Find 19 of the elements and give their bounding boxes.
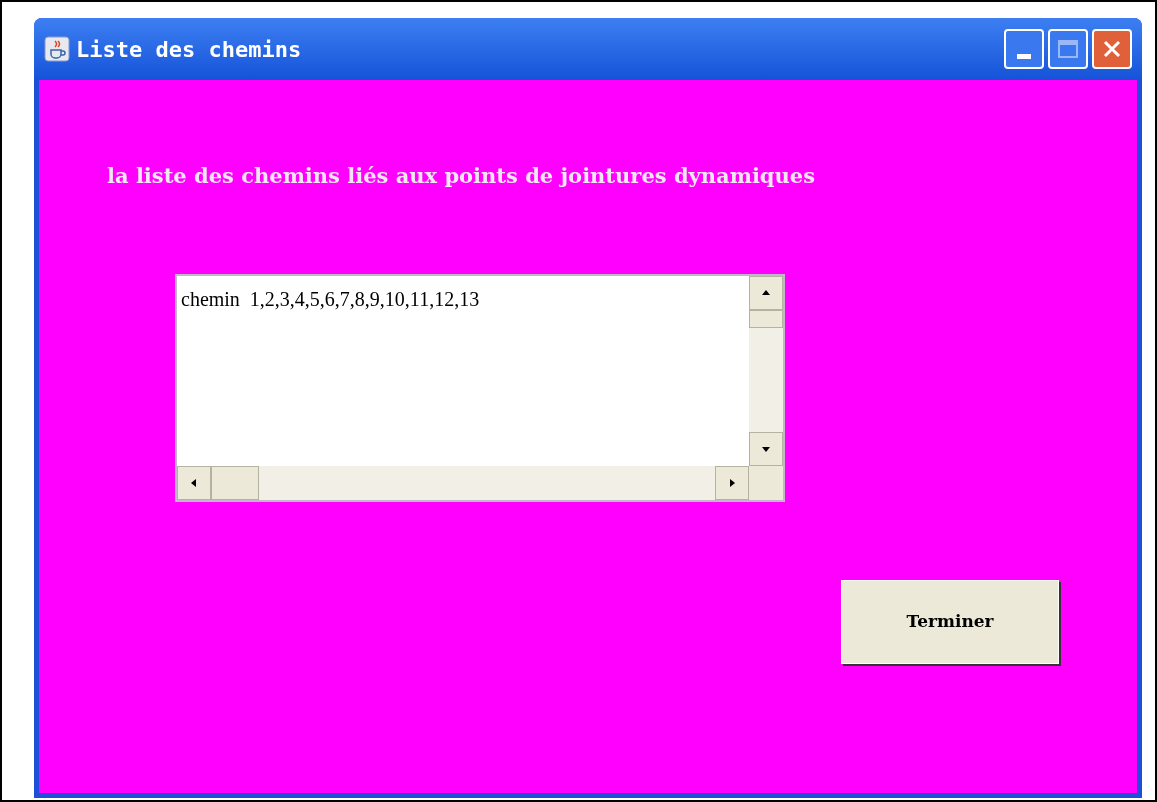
- minimize-icon: [1017, 54, 1031, 59]
- window-title: Liste des chemins: [76, 35, 302, 64]
- finish-button[interactable]: Terminer: [841, 579, 1059, 664]
- scroll-right-button[interactable]: [715, 465, 749, 500]
- maximize-button[interactable]: [1048, 29, 1088, 69]
- cup-icon: [44, 36, 70, 62]
- scroll-thumb[interactable]: [211, 465, 259, 500]
- minimize-button[interactable]: [1004, 29, 1044, 69]
- heading: la liste des chemins liés aux points de jointures dynamiques: [107, 162, 816, 190]
- list-item[interactable]: chemin 1,2,3,4,5,6,7,8,9,10,11,12,13: [181, 283, 749, 314]
- horizontal-scrollbar[interactable]: [177, 465, 749, 500]
- scrollbar-corner: [749, 465, 783, 500]
- close-button[interactable]: [1092, 29, 1132, 69]
- maximize-icon: [1058, 40, 1078, 58]
- scroll-up-button[interactable]: [749, 275, 783, 310]
- close-icon: [1102, 39, 1122, 59]
- vertical-scrollbar[interactable]: [749, 275, 783, 466]
- scroll-down-button[interactable]: [749, 431, 783, 466]
- scroll-left-button[interactable]: [177, 465, 211, 500]
